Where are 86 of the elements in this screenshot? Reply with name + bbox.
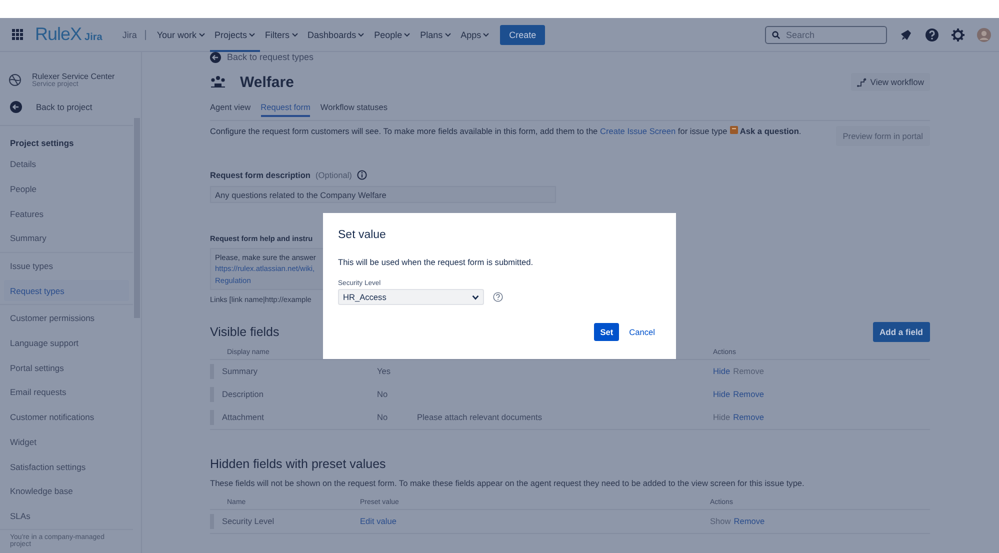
remove-link[interactable]: Remove [733,389,764,400]
toggle-link[interactable]: Hide [713,389,730,400]
required-value: No [377,412,388,422]
tab[interactable]: Workflow statuses [320,100,388,117]
project-name: Rulexer Service Center [32,72,115,81]
people-icon [210,75,226,89]
request-type-title: Welfare [240,74,294,90]
nav-menu[interactable]: Your work [152,18,210,52]
field-name: Security Level [222,516,274,526]
dialog-title: Set value [338,229,387,241]
add-field-button[interactable]: Add a field [872,322,930,342]
nav-menu[interactable]: Filters [260,18,303,52]
optional-label: (Optional) [316,170,352,180]
chevron-down-icon [292,32,298,36]
product-link[interactable]: Jira [122,30,146,40]
help-icon[interactable] [925,28,939,42]
nav-menu[interactable]: Plans [415,18,456,52]
tab[interactable]: Agent view [210,100,251,117]
field-name: Attachment [222,412,264,422]
issue-type-icon [730,126,738,134]
sidebar-item[interactable]: Portal settings [4,357,129,378]
settings-icon[interactable] [951,28,965,42]
remove-link[interactable]: Remove [734,516,765,526]
section-heading: Hidden fields with preset values [210,456,387,471]
edit-value-link[interactable]: Edit value [360,516,396,526]
sidebar-item[interactable]: Language support [4,332,129,353]
sidebar-item[interactable]: Issue types [4,256,129,276]
logo[interactable]: RuleX Jira [35,24,102,45]
back-to-request-types-link[interactable]: Back to request types [227,52,314,62]
chevron-down-icon [472,294,479,300]
info-icon [356,170,367,180]
sidebar-item[interactable]: Email requests [4,382,129,402]
search-icon [772,30,780,38]
required-value: No [377,389,388,400]
required-value: Yes [377,366,391,376]
app-switcher-icon[interactable] [12,29,23,40]
chevron-down-icon [198,32,205,36]
sidebar-item[interactable]: Request types [4,280,129,301]
field-name: Description [222,389,264,400]
create-issue-screen-link[interactable]: Create Issue Screen [600,126,676,136]
search-field[interactable]: Search [765,26,887,44]
sidebar-item[interactable]: Summary [4,228,129,249]
section-description: These fields will not be shown on the request form. To make these fields appear on the agent request they need to be added to the view screen for this issue type. [210,478,806,488]
sidebar-item[interactable]: Customer notifications [4,406,129,428]
set-button[interactable]: Set [594,323,620,341]
chevron-down-icon [444,32,451,36]
cancel-link[interactable]: Cancel [627,327,657,337]
create-button[interactable]: Create [500,24,546,44]
help-icon [493,292,503,302]
sidebar-item[interactable]: Customer permissions [4,308,129,328]
section-heading: Visible fields [210,324,280,339]
field-name: Summary [222,366,258,376]
avatar[interactable] [977,28,991,42]
view-workflow-button[interactable]: View workflow [851,73,930,91]
sidebar-item[interactable]: Satisfaction settings [4,456,129,477]
chevron-down-icon [404,32,410,36]
sidebar-item[interactable]: Knowledge base [4,481,129,502]
sidebar-item[interactable]: Features [4,204,129,224]
sidebar-item[interactable]: SLAs [4,506,129,526]
toggle-link[interactable]: Hide [713,366,730,376]
workflow-icon [857,78,868,86]
description-input[interactable]: Any questions related to the Company Welfare [210,186,556,203]
help-text: Please attach relevant documents [417,412,542,422]
project-logo-icon [8,73,22,87]
notification-icon[interactable] [899,28,913,42]
sidebar-item[interactable]: Widget [4,432,129,452]
nav-menu[interactable]: Apps [456,18,494,52]
sidebar-item[interactable]: Details [4,154,129,174]
intro-text: Configure the request form customers will see. To make more fields available in this form, add them to the Create Issue Screen for issue type Ask a question. [210,126,802,137]
chevron-down-icon [249,32,256,36]
field-label: Request form description [210,170,310,180]
tab[interactable]: Request form [260,100,310,117]
nav-menu[interactable]: Dashboards [302,18,370,52]
section-title: Project settings [0,125,133,148]
back-to-project-link[interactable]: Back to project [36,102,92,112]
nav-menu[interactable]: Projects [210,18,260,52]
back-arrow-icon [10,101,22,113]
remove-link[interactable]: Remove [733,412,764,422]
dialog-message: This will be used when the request form is submitted. [338,257,534,267]
back-arrow-icon [210,52,221,62]
preview-form-button[interactable]: Preview form in portal [836,126,930,146]
select-field[interactable]: HR_Access [338,289,484,305]
sidebar-item[interactable]: People [4,178,129,200]
chevron-down-icon [358,32,364,36]
nav-menu[interactable]: People [369,18,416,52]
chevron-down-icon [483,32,490,36]
